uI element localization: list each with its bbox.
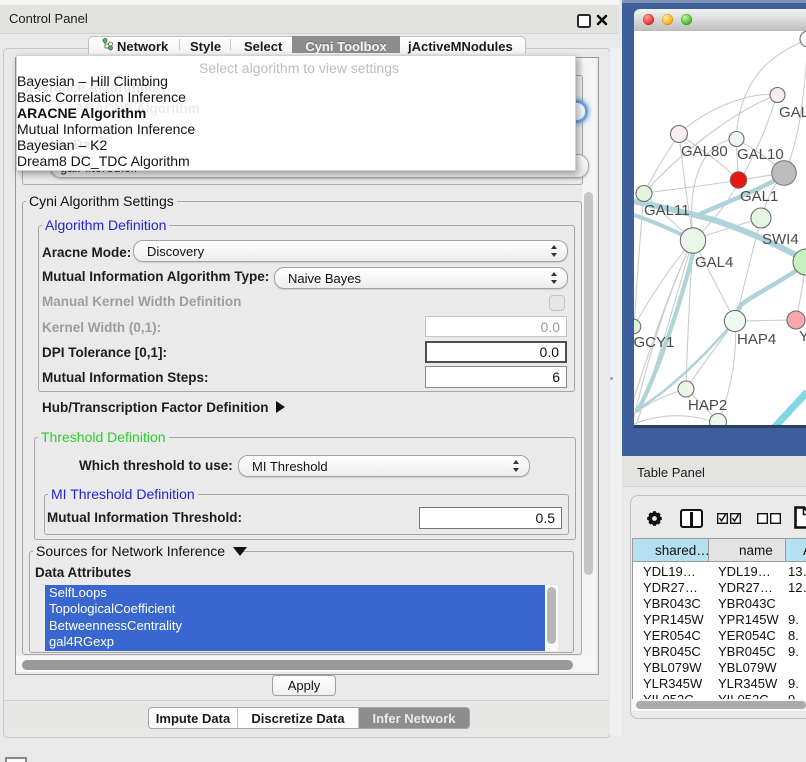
svg-text:HAP2: HAP2	[688, 397, 727, 414]
svg-text:GCY1: GCY1	[634, 334, 674, 351]
svg-text:GAL11: GAL11	[644, 202, 690, 219]
svg-text:GAL10: GAL10	[737, 146, 784, 163]
svg-text:Y: Y	[799, 328, 806, 345]
svg-text:GAL80: GAL80	[681, 143, 728, 160]
svg-text:GAL1: GAL1	[740, 188, 778, 205]
svg-text:SWI4: SWI4	[762, 231, 799, 248]
svg-text:HAP4: HAP4	[737, 331, 776, 348]
svg-text:GAL4: GAL4	[695, 254, 733, 271]
svg-text:GAL7: GAL7	[779, 104, 806, 121]
